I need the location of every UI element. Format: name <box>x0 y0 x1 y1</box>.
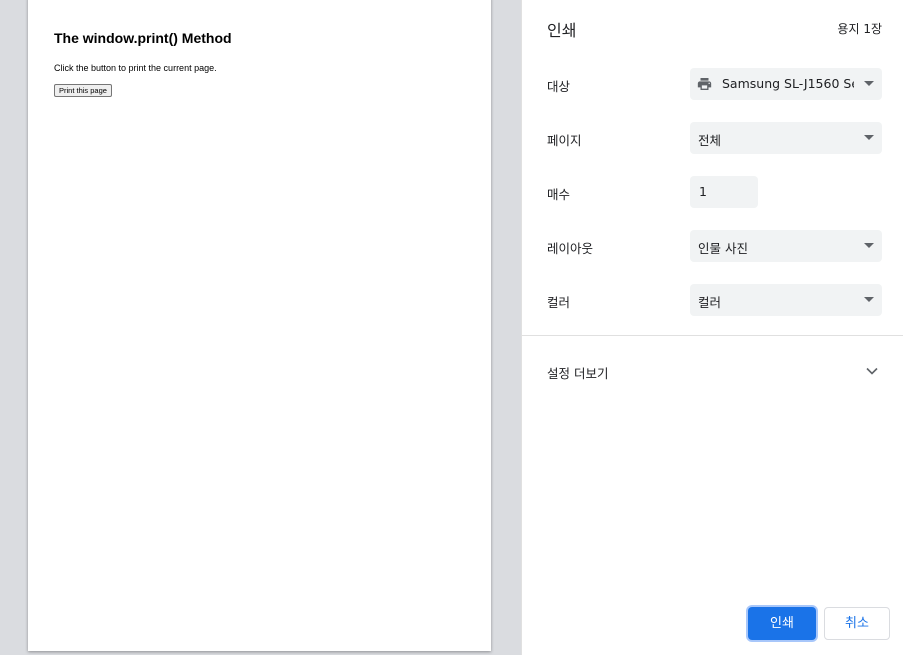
pages-label: 페이지 <box>547 133 582 148</box>
more-settings-toggle[interactable]: 설정 더보기 <box>522 352 903 392</box>
print-preview-area: The window.print() Method Click the butt… <box>0 0 521 655</box>
color-label: 컬러 <box>547 295 571 310</box>
sheet-count: 용지 1장 <box>837 22 882 36</box>
preview-page: The window.print() Method Click the butt… <box>28 0 491 651</box>
caret-down-icon <box>864 81 874 86</box>
print-settings-sidebar: 인쇄 용지 1장 대상 Samsung SL-J1560 Series 페이지 … <box>521 0 903 655</box>
chevron-down-icon <box>866 367 878 375</box>
preview-print-button: Print this page <box>54 84 112 97</box>
destination-value: Samsung SL-J1560 Series <box>722 76 854 91</box>
caret-down-icon <box>864 135 874 140</box>
layout-value: 인물 사진 <box>698 241 748 256</box>
destination-label: 대상 <box>547 79 571 94</box>
color-select[interactable]: 컬러 <box>690 284 882 316</box>
cancel-button[interactable]: 취소 <box>824 607 890 640</box>
destination-select[interactable]: Samsung SL-J1560 Series <box>690 68 882 100</box>
more-settings-label: 설정 더보기 <box>547 366 609 381</box>
color-value: 컬러 <box>698 295 722 310</box>
copies-input[interactable]: 1 <box>690 176 758 208</box>
caret-down-icon <box>864 297 874 302</box>
layout-label: 레이아웃 <box>547 241 594 256</box>
caret-down-icon <box>864 243 874 248</box>
pages-value: 전체 <box>698 133 722 148</box>
pages-select[interactable]: 전체 <box>690 122 882 154</box>
sidebar-title: 인쇄 <box>547 21 577 40</box>
print-button[interactable]: 인쇄 <box>748 607 816 640</box>
copies-value: 1 <box>699 184 707 199</box>
divider <box>522 335 903 336</box>
layout-select[interactable]: 인물 사진 <box>690 230 882 262</box>
copies-label: 매수 <box>547 187 571 202</box>
printer-icon <box>697 78 712 90</box>
preview-heading: The window.print() Method <box>54 30 232 46</box>
preview-text: Click the button to print the current pa… <box>54 63 217 73</box>
